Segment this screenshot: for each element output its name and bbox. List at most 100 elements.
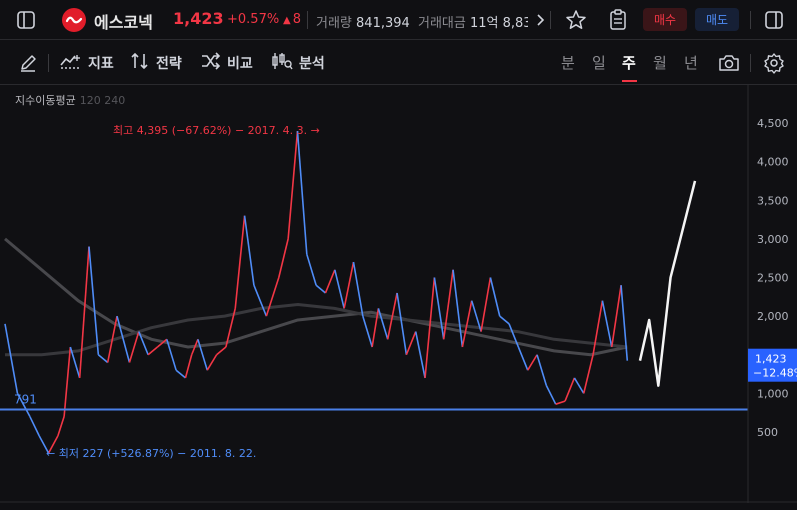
price-segment — [234, 215, 246, 309]
last-price-value: 1,423 — [755, 353, 787, 366]
price-segment — [527, 354, 538, 371]
sidebar-toggle-icon[interactable] — [14, 8, 38, 32]
divider — [550, 11, 551, 29]
volume-value: 841,394 — [356, 16, 410, 31]
amount-value: 11억 8,83 — [469, 16, 528, 31]
amount-label: 거래대금 — [418, 16, 466, 31]
price-chart[interactable]: 791 최고 4,395 (−67.62%) − 2017. 4. 3. → ← … — [0, 85, 797, 503]
y-tick-label: 3,500 — [757, 194, 789, 207]
price-segment — [63, 346, 72, 417]
period-week[interactable]: 주 — [622, 52, 636, 73]
period-day[interactable]: 일 — [592, 52, 606, 73]
price-segment — [545, 385, 557, 405]
moving-averages — [4, 237, 628, 357]
price-segment — [517, 346, 529, 371]
shuffle-icon — [201, 52, 221, 74]
price-segment — [29, 416, 40, 437]
price-segment — [424, 277, 436, 378]
projection-line — [638, 180, 697, 387]
change-arrow-icon: ▲ — [283, 15, 291, 26]
price-segment — [206, 354, 218, 371]
change-amount-value: 8 — [292, 12, 301, 27]
price-segment — [334, 269, 345, 309]
analysis-label: 분석 — [299, 56, 325, 72]
compare-label: 비교 — [227, 56, 253, 72]
price-segment — [489, 277, 501, 317]
change-amount: ▲ 8 — [283, 12, 301, 27]
indicator-chart-icon — [60, 52, 82, 74]
y-tick-label: 3,000 — [757, 233, 789, 246]
period-year[interactable]: 년 — [684, 52, 698, 73]
price-segment — [4, 323, 19, 394]
top-bar: 에스코넥 1,423 +0.57% ▲ 8 거래량 841,394 거래대금 11… — [0, 0, 797, 40]
price-segment — [352, 261, 364, 317]
price-segment — [88, 246, 100, 355]
price-segment — [343, 261, 355, 309]
price-segment — [480, 277, 492, 332]
stock-name[interactable]: 에스코넥 — [94, 9, 153, 33]
period-month[interactable]: 월 — [653, 52, 667, 73]
price-segment — [78, 246, 90, 378]
star-icon[interactable] — [564, 8, 588, 32]
price-segment — [296, 131, 308, 255]
price-segment — [175, 369, 186, 379]
divider — [307, 11, 308, 29]
price-segment — [461, 300, 473, 348]
price-segment — [610, 285, 622, 348]
divider — [48, 54, 49, 72]
price-segment — [287, 131, 299, 239]
y-tick-label: 500 — [757, 426, 778, 439]
divider — [750, 54, 751, 72]
pencil-icon[interactable] — [16, 51, 40, 75]
price-segment — [592, 300, 604, 355]
chevron-right-icon[interactable] — [534, 10, 548, 30]
clipboard-icon[interactable] — [606, 8, 630, 32]
low-annotation: ← 최저 227 (+526.87%) − 2011. 8. 22. — [46, 447, 256, 460]
price-segment — [601, 300, 613, 348]
price-segment — [377, 308, 389, 340]
volume-label: 거래량 — [316, 16, 352, 31]
price-segment — [128, 331, 140, 363]
projection-path — [638, 180, 697, 387]
compare-button[interactable]: 비교 — [201, 52, 253, 74]
stock-logo-icon — [62, 8, 86, 32]
sell-button[interactable]: 매도 — [695, 8, 739, 31]
support-line-label: 791 — [14, 393, 37, 407]
last-price-change: −12.48% — [753, 367, 797, 380]
volume-info: 거래량 841,394 — [316, 12, 410, 31]
price-segment — [216, 346, 227, 356]
y-tick-label: 1,000 — [757, 387, 789, 400]
camera-icon[interactable] — [717, 51, 741, 75]
price-segment — [265, 277, 280, 317]
price-segment — [306, 254, 317, 286]
strategy-button[interactable]: 전략 — [130, 52, 182, 74]
period-minute[interactable]: 분 — [561, 52, 575, 73]
candles-icon — [271, 52, 293, 74]
gear-icon[interactable] — [762, 51, 786, 75]
indicators-button[interactable]: 지표 — [60, 52, 114, 74]
price-segment — [573, 377, 585, 394]
sort-arrows-icon — [130, 52, 150, 74]
price-segment — [243, 215, 255, 286]
y-tick-label: 4,000 — [757, 156, 789, 169]
price-segment — [362, 315, 373, 348]
indicators-label: 지표 — [88, 56, 114, 72]
price-segment — [253, 284, 268, 317]
price-segment — [452, 269, 464, 348]
price-segment — [555, 400, 566, 405]
price-axis: 5001,0001,5002,0002,5003,0003,5004,0004,… — [0, 85, 797, 503]
price-segment — [184, 354, 193, 379]
right-panel-toggle-icon[interactable] — [762, 8, 786, 32]
high-annotation: 최고 4,395 (−67.62%) − 2017. 4. 3. → — [113, 124, 320, 137]
y-tick-label: 2,500 — [757, 272, 789, 285]
price-segment — [97, 354, 109, 364]
ma-120-line — [4, 237, 628, 357]
price-segment — [499, 315, 510, 325]
y-tick-label: 2,000 — [757, 310, 789, 323]
analysis-button[interactable]: 분석 — [271, 52, 325, 74]
price-segment — [433, 277, 445, 340]
y-tick-label: 4,500 — [757, 117, 789, 130]
buy-button[interactable]: 매수 — [643, 8, 687, 31]
horizontal-support-line: 791 — [0, 393, 748, 411]
price-segment — [57, 416, 65, 437]
